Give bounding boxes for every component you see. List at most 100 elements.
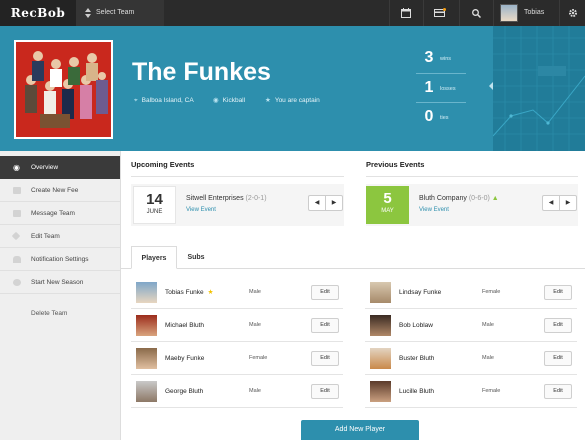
divider — [366, 176, 578, 177]
edit-player-button[interactable]: Edit — [311, 384, 339, 399]
wins-count: 3 — [424, 49, 434, 66]
collapse-arrow-icon[interactable] — [488, 82, 494, 90]
edit-player-button[interactable]: Edit — [544, 351, 572, 366]
player-name: Buster Bluth — [399, 355, 435, 362]
calendar-button[interactable] — [389, 0, 422, 26]
next-arrow-icon[interactable]: ▶ — [326, 196, 342, 210]
eye-icon: ◉ — [13, 163, 20, 172]
player-avatar — [136, 315, 157, 336]
sort-arrows-icon — [85, 8, 91, 18]
ties-count: 0 — [424, 108, 434, 125]
ties-label: ties — [440, 115, 449, 121]
player-gender: Female — [482, 289, 501, 295]
player-gender: Female — [482, 388, 501, 394]
sidebar-item-notification-settings[interactable]: Notification Settings — [0, 248, 120, 271]
user-avatar — [500, 4, 518, 22]
previous-event-date: 5 MAY — [366, 186, 409, 224]
player-row: Michael Bluth Male Edit — [131, 309, 343, 342]
search-button[interactable] — [459, 0, 492, 26]
captain-star-icon: ★ — [207, 289, 214, 296]
user-menu[interactable]: Tobias — [493, 0, 559, 26]
player-row: Tobias Funke ★ Male Edit — [131, 276, 343, 309]
player-row: Lucille Bluth Female Edit — [365, 375, 577, 408]
divider — [416, 102, 466, 103]
sidebar-item-message-team[interactable]: Message Team — [0, 202, 120, 225]
prev-arrow-icon[interactable]: ◀ — [309, 196, 326, 210]
pencil-icon — [11, 231, 21, 241]
sidebar-item-label: Edit Team — [31, 233, 60, 240]
player-gender: Male — [482, 355, 494, 361]
event-opponent-record: (2-0-1) — [245, 195, 267, 202]
edit-player-button[interactable]: Edit — [311, 318, 339, 333]
add-new-player-button[interactable]: Add New Player — [301, 420, 419, 440]
settings-button[interactable] — [559, 0, 585, 26]
player-name: Michael Bluth — [165, 322, 205, 329]
edit-player-button[interactable]: Edit — [311, 351, 339, 366]
prev-arrow-icon[interactable]: ◀ — [543, 196, 560, 210]
player-name: George Bluth — [165, 388, 204, 395]
tab-subs[interactable]: Subs — [180, 246, 212, 269]
player-avatar — [136, 348, 157, 369]
previous-pager: ◀ ▶ — [542, 195, 577, 211]
sidebar: ◉ Overview Create New Fee Message Team E… — [0, 151, 121, 440]
bell-icon — [13, 256, 21, 263]
edit-player-button[interactable]: Edit — [544, 384, 572, 399]
sidebar-item-label: Message Team — [31, 210, 75, 217]
user-name: Tobias — [524, 9, 545, 16]
team-sport-text: Kickball — [222, 97, 246, 104]
player-gender: Male — [482, 322, 494, 328]
sidebar-item-label: Create New Fee — [31, 187, 79, 194]
divider — [416, 73, 466, 74]
thumbs-up-icon: ▲ — [491, 195, 499, 202]
player-avatar — [370, 315, 391, 336]
sidebar-item-edit-team[interactable]: Edit Team — [0, 225, 120, 248]
view-event-link[interactable]: View Event — [186, 207, 216, 213]
calendar-icon — [401, 8, 411, 18]
event-opponent-record: (0-6-0) — [468, 195, 490, 202]
player-name: Lindsay Funke — [399, 289, 442, 296]
team-location-text: Balboa Island, CA — [141, 97, 194, 104]
team-role-text: You are captain — [274, 97, 320, 104]
view-event-link[interactable]: View Event — [419, 207, 449, 213]
sidebar-item-label: Start New Season — [31, 279, 84, 286]
player-avatar — [370, 381, 391, 402]
next-arrow-icon[interactable]: ▶ — [560, 196, 576, 210]
grid-background-icon — [492, 26, 585, 151]
event-day: 14 — [146, 191, 163, 208]
sidebar-item-overview[interactable]: ◉ Overview — [0, 156, 120, 179]
edit-player-button[interactable]: Edit — [311, 285, 339, 300]
upcoming-pager: ◀ ▶ — [308, 195, 343, 211]
edit-player-button[interactable]: Edit — [544, 318, 572, 333]
player-avatar — [370, 282, 391, 303]
sidebar-item-start-new-season[interactable]: Start New Season — [0, 271, 120, 294]
player-name: Maeby Funke — [165, 355, 205, 362]
losses-count: 1 — [424, 79, 434, 96]
team-role: ★ You are captain — [265, 97, 320, 105]
team-select-dropdown[interactable]: Select Team — [76, 0, 164, 26]
sidebar-item-create-new-fee[interactable]: Create New Fee — [0, 179, 120, 202]
wins-label: wins — [440, 56, 452, 62]
event-opponent: Bluth Company (0-6-0) ▲ — [419, 195, 499, 202]
player-gender: Male — [249, 322, 261, 328]
payments-button[interactable] — [423, 0, 456, 26]
sidebar-item-label: Overview — [31, 164, 59, 171]
notification-dot-icon — [443, 8, 446, 11]
team-name: The Funkes — [132, 58, 271, 86]
player-name: Bob Loblaw — [399, 322, 433, 329]
edit-player-button[interactable]: Edit — [544, 285, 572, 300]
event-month: MAY — [381, 208, 394, 214]
player-avatar — [136, 282, 157, 303]
player-gender: Male — [249, 388, 261, 394]
player-gender: Male — [249, 289, 261, 295]
card-icon — [13, 187, 21, 194]
mail-icon — [13, 210, 21, 217]
delete-team-link[interactable]: Delete Team — [31, 310, 67, 317]
team-sport: ◉ Kickball — [213, 97, 245, 105]
app-logo[interactable]: RecBob — [0, 0, 76, 26]
player-row: Lindsay Funke Female Edit — [365, 276, 577, 309]
player-name-text: Tobias Funke — [165, 289, 204, 296]
team-photo — [14, 40, 113, 139]
team-location: ⌖ Balboa Island, CA — [134, 97, 194, 105]
sidebar-item-label: Notification Settings — [31, 256, 89, 263]
tab-players[interactable]: Players — [131, 246, 177, 269]
